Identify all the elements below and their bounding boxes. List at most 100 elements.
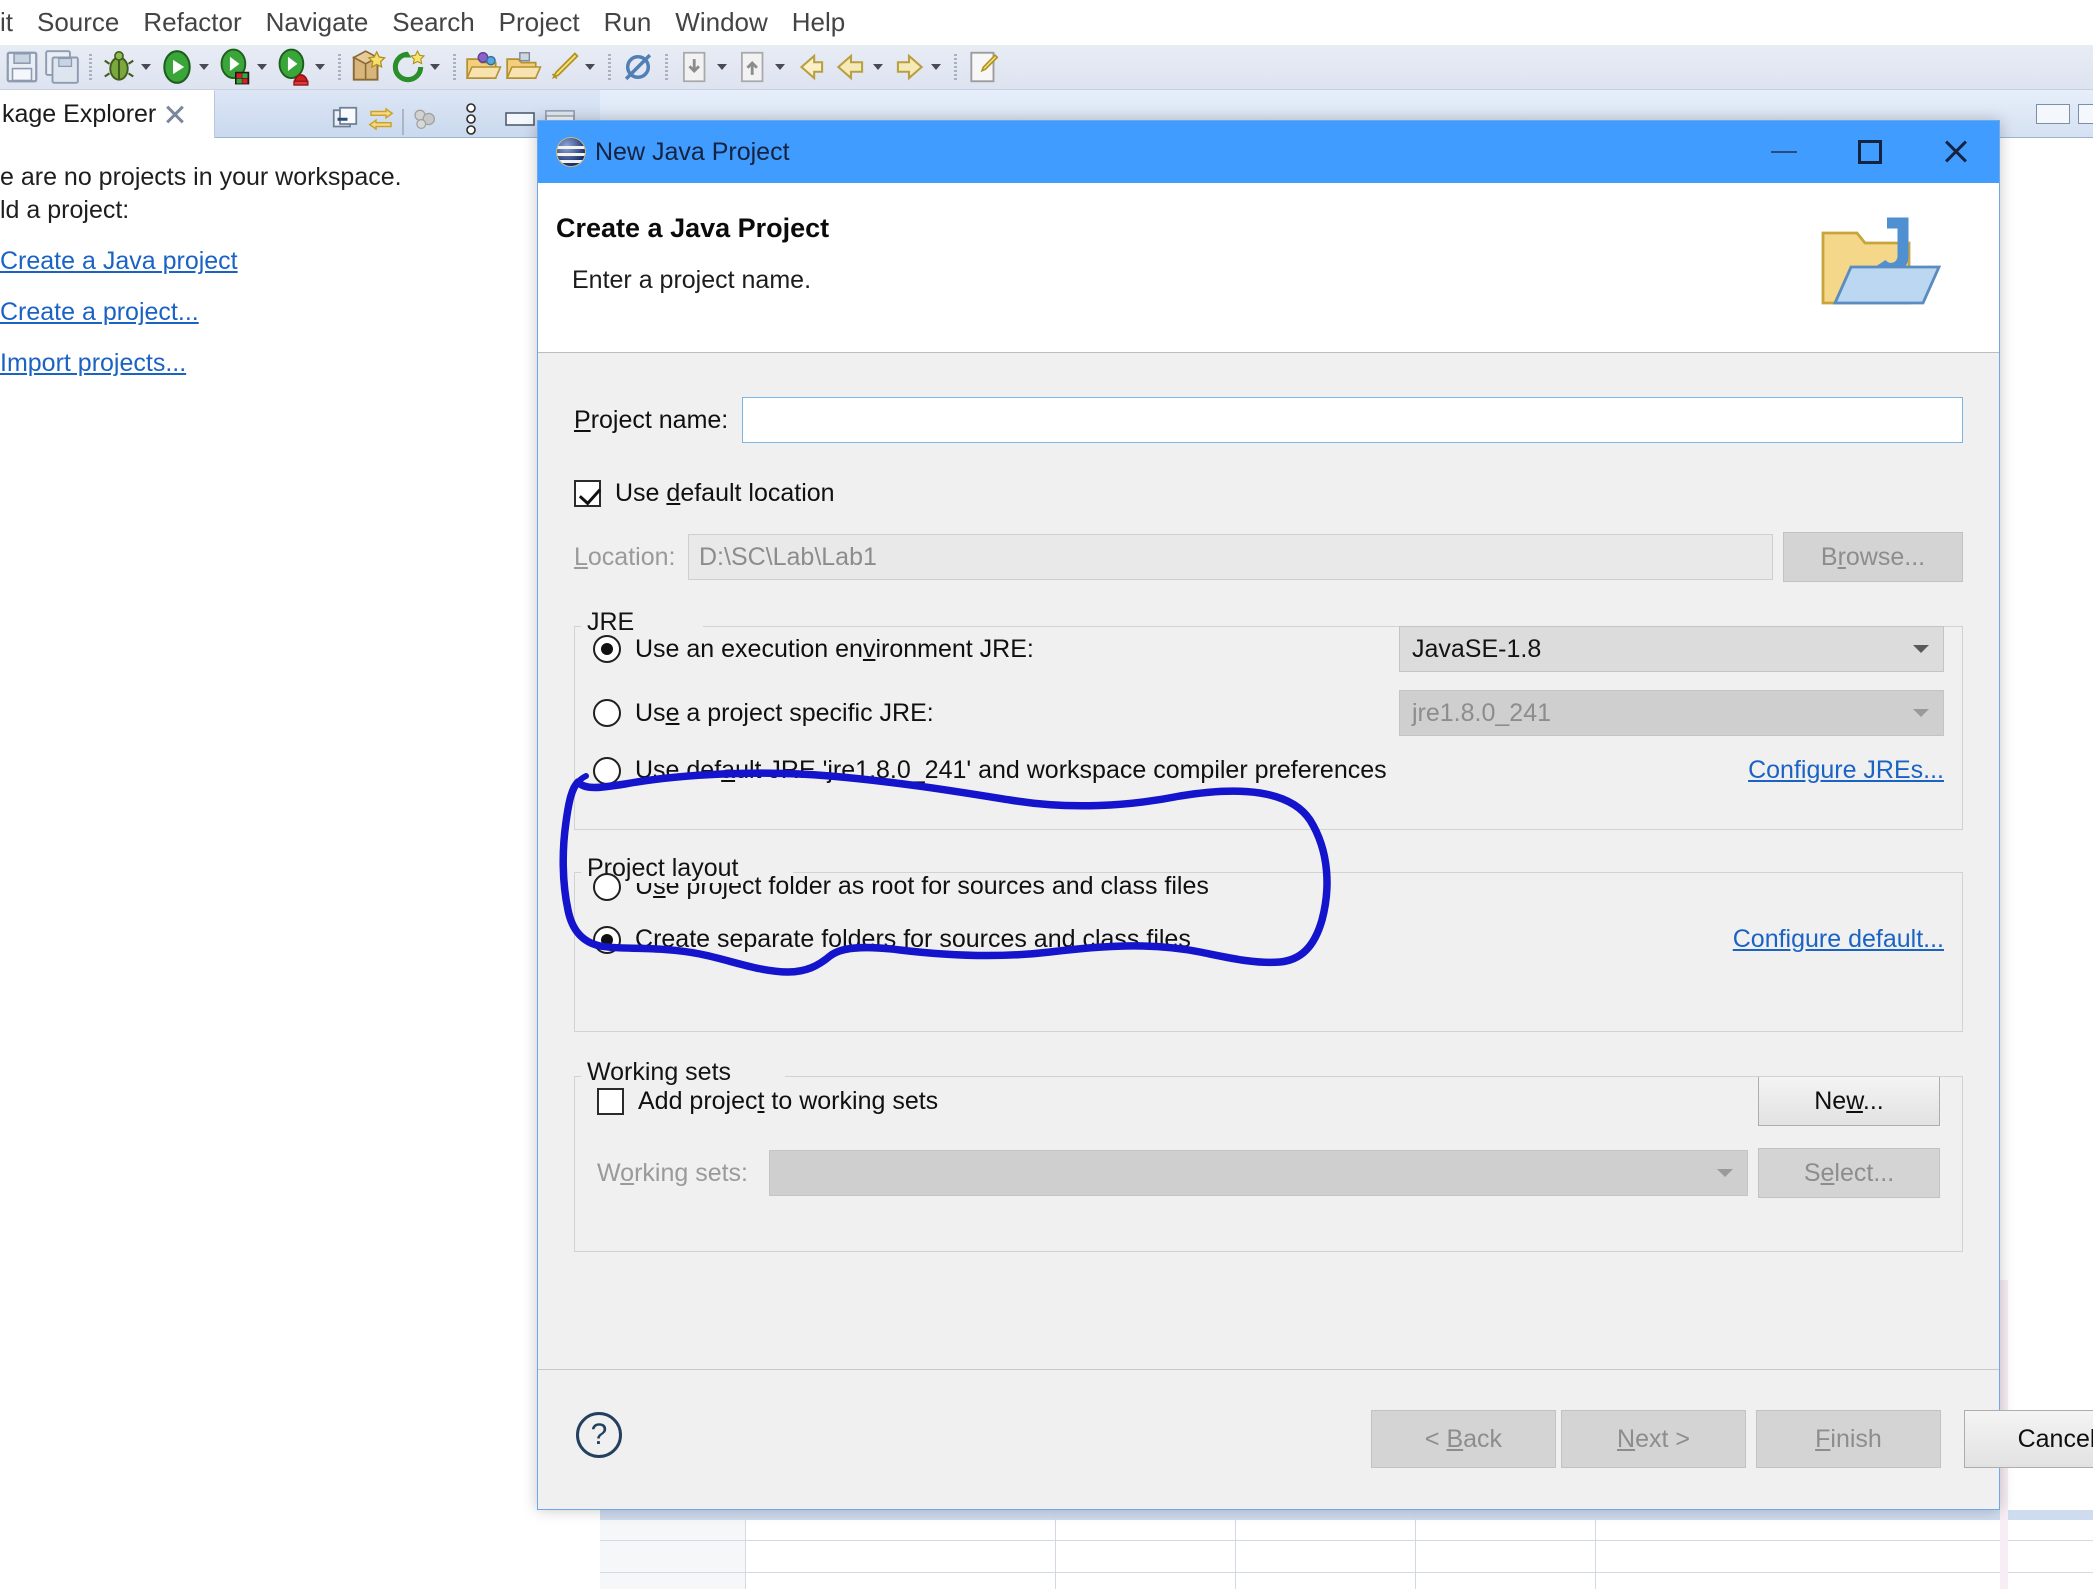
add-project-to-working-sets-label: Add project to working sets bbox=[638, 1086, 939, 1115]
minimize-icon[interactable] bbox=[504, 108, 538, 135]
jre-execution-env-combo[interactable]: JavaSE-1.8 bbox=[1399, 626, 1944, 672]
debug-icon[interactable] bbox=[100, 48, 138, 86]
menu-item-edit[interactable]: it bbox=[0, 7, 25, 38]
menu-item-help[interactable]: Help bbox=[780, 7, 857, 38]
debug-dropdown-arrow[interactable] bbox=[139, 48, 153, 86]
group-border bbox=[785, 1076, 1962, 1077]
forward-icon[interactable] bbox=[890, 48, 928, 86]
back-dropdown-arrow[interactable] bbox=[871, 48, 885, 86]
menu-item-project[interactable]: Project bbox=[487, 7, 592, 38]
main-toolbar bbox=[0, 45, 2093, 90]
tab-package-explorer[interactable]: kage Explorer bbox=[0, 90, 215, 138]
run-dropdown-arrow[interactable] bbox=[197, 48, 211, 86]
new-working-set-button[interactable]: New... bbox=[1758, 1076, 1940, 1126]
menu-item-refactor[interactable]: Refactor bbox=[131, 7, 253, 38]
coverage-dropdown-arrow[interactable] bbox=[313, 48, 327, 86]
run-config-dropdown-arrow[interactable] bbox=[255, 48, 269, 86]
add-project-to-working-sets-checkbox[interactable] bbox=[597, 1087, 624, 1115]
location-row: Location: D:\SC\Lab\Lab1 Browse... bbox=[574, 532, 1963, 582]
working-sets-group: Working sets Add project to working sets… bbox=[574, 1058, 1963, 1252]
menu-item-source[interactable]: Source bbox=[25, 7, 131, 38]
java-project-folder-icon bbox=[1815, 215, 1943, 315]
jre-option-execution-env-row[interactable]: Use an execution environment JRE: JavaSE… bbox=[575, 626, 1962, 672]
toggle-mark-occurrences-icon[interactable] bbox=[544, 48, 582, 86]
toolbar-separator bbox=[453, 54, 456, 80]
jre-project-specific-radio[interactable] bbox=[593, 699, 621, 727]
project-name-input[interactable] bbox=[742, 397, 1963, 443]
previous-annotation-dropdown-arrow[interactable] bbox=[715, 48, 729, 86]
link-create-project[interactable]: Create a project... bbox=[0, 298, 600, 327]
table-column-divider bbox=[1235, 1510, 1236, 1589]
new-java-project-dialog: New Java Project Create a Java Project E… bbox=[537, 120, 2093, 1510]
location-label: Location: bbox=[574, 542, 676, 571]
jre-option-default-row[interactable]: Use default JRE 'jre1.8.0_241' and works… bbox=[575, 756, 1962, 785]
coverage-icon[interactable] bbox=[274, 48, 312, 86]
next-button: Next > bbox=[1561, 1410, 1746, 1468]
use-default-location-row[interactable]: Use default location bbox=[574, 479, 1963, 508]
layout-option-root-row[interactable]: Use project folder as root for sources a… bbox=[575, 872, 1962, 901]
toolbar-separator bbox=[402, 108, 404, 135]
chevron-down-icon bbox=[1913, 645, 1929, 653]
menu-item-navigate[interactable]: Navigate bbox=[254, 7, 381, 38]
link-with-editor-icon[interactable] bbox=[366, 104, 396, 139]
browse-button-label: Browse... bbox=[1820, 542, 1926, 571]
configure-default-link[interactable]: Configure default... bbox=[1733, 925, 1944, 954]
close-icon[interactable] bbox=[164, 104, 186, 126]
mark-occurrences-dropdown-arrow[interactable] bbox=[583, 48, 597, 86]
table-row-divider bbox=[600, 1572, 2093, 1573]
jre-option-project-specific-row[interactable]: Use a project specific JRE: jre1.8.0_241 bbox=[575, 690, 1962, 736]
layout-option-separate-row[interactable]: Create separate folders for sources and … bbox=[575, 925, 1962, 954]
new-annotation-dropdown-arrow[interactable] bbox=[428, 48, 442, 86]
new-java-package-icon[interactable] bbox=[349, 48, 387, 86]
open-task-icon[interactable] bbox=[504, 48, 542, 86]
toolbar-separator bbox=[338, 54, 341, 80]
forward-dropdown-arrow[interactable] bbox=[929, 48, 943, 86]
chevron-down-icon bbox=[1717, 1169, 1733, 1177]
package-explorer-tab-label: kage Explorer bbox=[2, 100, 157, 128]
working-sets-group-legend: Working sets bbox=[581, 1058, 738, 1087]
finish-button-label: Finish bbox=[1815, 1424, 1882, 1453]
jre-default-label: Use default JRE 'jre1.8.0_241' and works… bbox=[635, 756, 1387, 784]
filters-icon[interactable] bbox=[410, 104, 440, 139]
next-annotation-dropdown-arrow[interactable] bbox=[773, 48, 787, 86]
configure-jres-link[interactable]: Configure JREs... bbox=[1748, 756, 1944, 785]
layout-project-folder-root-radio[interactable] bbox=[593, 872, 621, 901]
jre-project-specific-combo: jre1.8.0_241 bbox=[1399, 690, 1944, 736]
collapse-all-icon[interactable] bbox=[330, 104, 360, 139]
view-menu-icon[interactable] bbox=[460, 102, 482, 141]
jre-default-radio[interactable] bbox=[593, 756, 621, 785]
skip-all-breakpoints-icon[interactable] bbox=[619, 48, 657, 86]
close-button[interactable] bbox=[1913, 121, 1999, 183]
link-create-java-project[interactable]: Create a Java project bbox=[0, 247, 600, 276]
maximize-button[interactable] bbox=[1827, 121, 1913, 183]
menu-item-window[interactable]: Window bbox=[663, 7, 779, 38]
run-configurations-icon[interactable] bbox=[216, 48, 254, 86]
new-annotation-icon[interactable] bbox=[389, 48, 427, 86]
back-button-label: < Back bbox=[1424, 1424, 1503, 1453]
jre-execution-env-radio[interactable] bbox=[593, 635, 621, 663]
link-import-projects[interactable]: Import projects... bbox=[0, 349, 600, 378]
layout-separate-folders-radio[interactable] bbox=[593, 925, 621, 954]
add-working-sets-row[interactable]: Add project to working sets New... bbox=[575, 1076, 1962, 1126]
back-history-icon[interactable] bbox=[832, 48, 870, 86]
dialog-body: Project name: Use default location Locat… bbox=[538, 397, 1999, 1475]
run-icon[interactable] bbox=[158, 48, 196, 86]
back-icon[interactable] bbox=[792, 48, 830, 86]
editor-maximize-icon[interactable] bbox=[2078, 104, 2093, 124]
minimize-button[interactable] bbox=[1741, 121, 1827, 183]
menu-item-run[interactable]: Run bbox=[592, 7, 664, 38]
use-default-location-label: Use default location bbox=[615, 479, 835, 507]
help-icon[interactable]: ? bbox=[576, 1412, 622, 1458]
working-sets-label: Working sets: bbox=[597, 1158, 748, 1187]
cancel-button[interactable]: Cancel bbox=[1964, 1410, 2093, 1468]
editor-minimize-icon[interactable] bbox=[2036, 104, 2070, 124]
previous-annotation-icon[interactable] bbox=[676, 48, 714, 86]
next-annotation-icon[interactable] bbox=[734, 48, 772, 86]
save-all-icon[interactable] bbox=[43, 48, 81, 86]
use-default-location-checkbox[interactable] bbox=[574, 480, 601, 507]
save-icon[interactable] bbox=[3, 48, 41, 86]
menu-item-search[interactable]: Search bbox=[380, 7, 486, 38]
new-editor-icon[interactable] bbox=[965, 48, 1003, 86]
dialog-header: Create a Java Project Enter a project na… bbox=[538, 183, 1999, 353]
open-type-icon[interactable] bbox=[464, 48, 502, 86]
